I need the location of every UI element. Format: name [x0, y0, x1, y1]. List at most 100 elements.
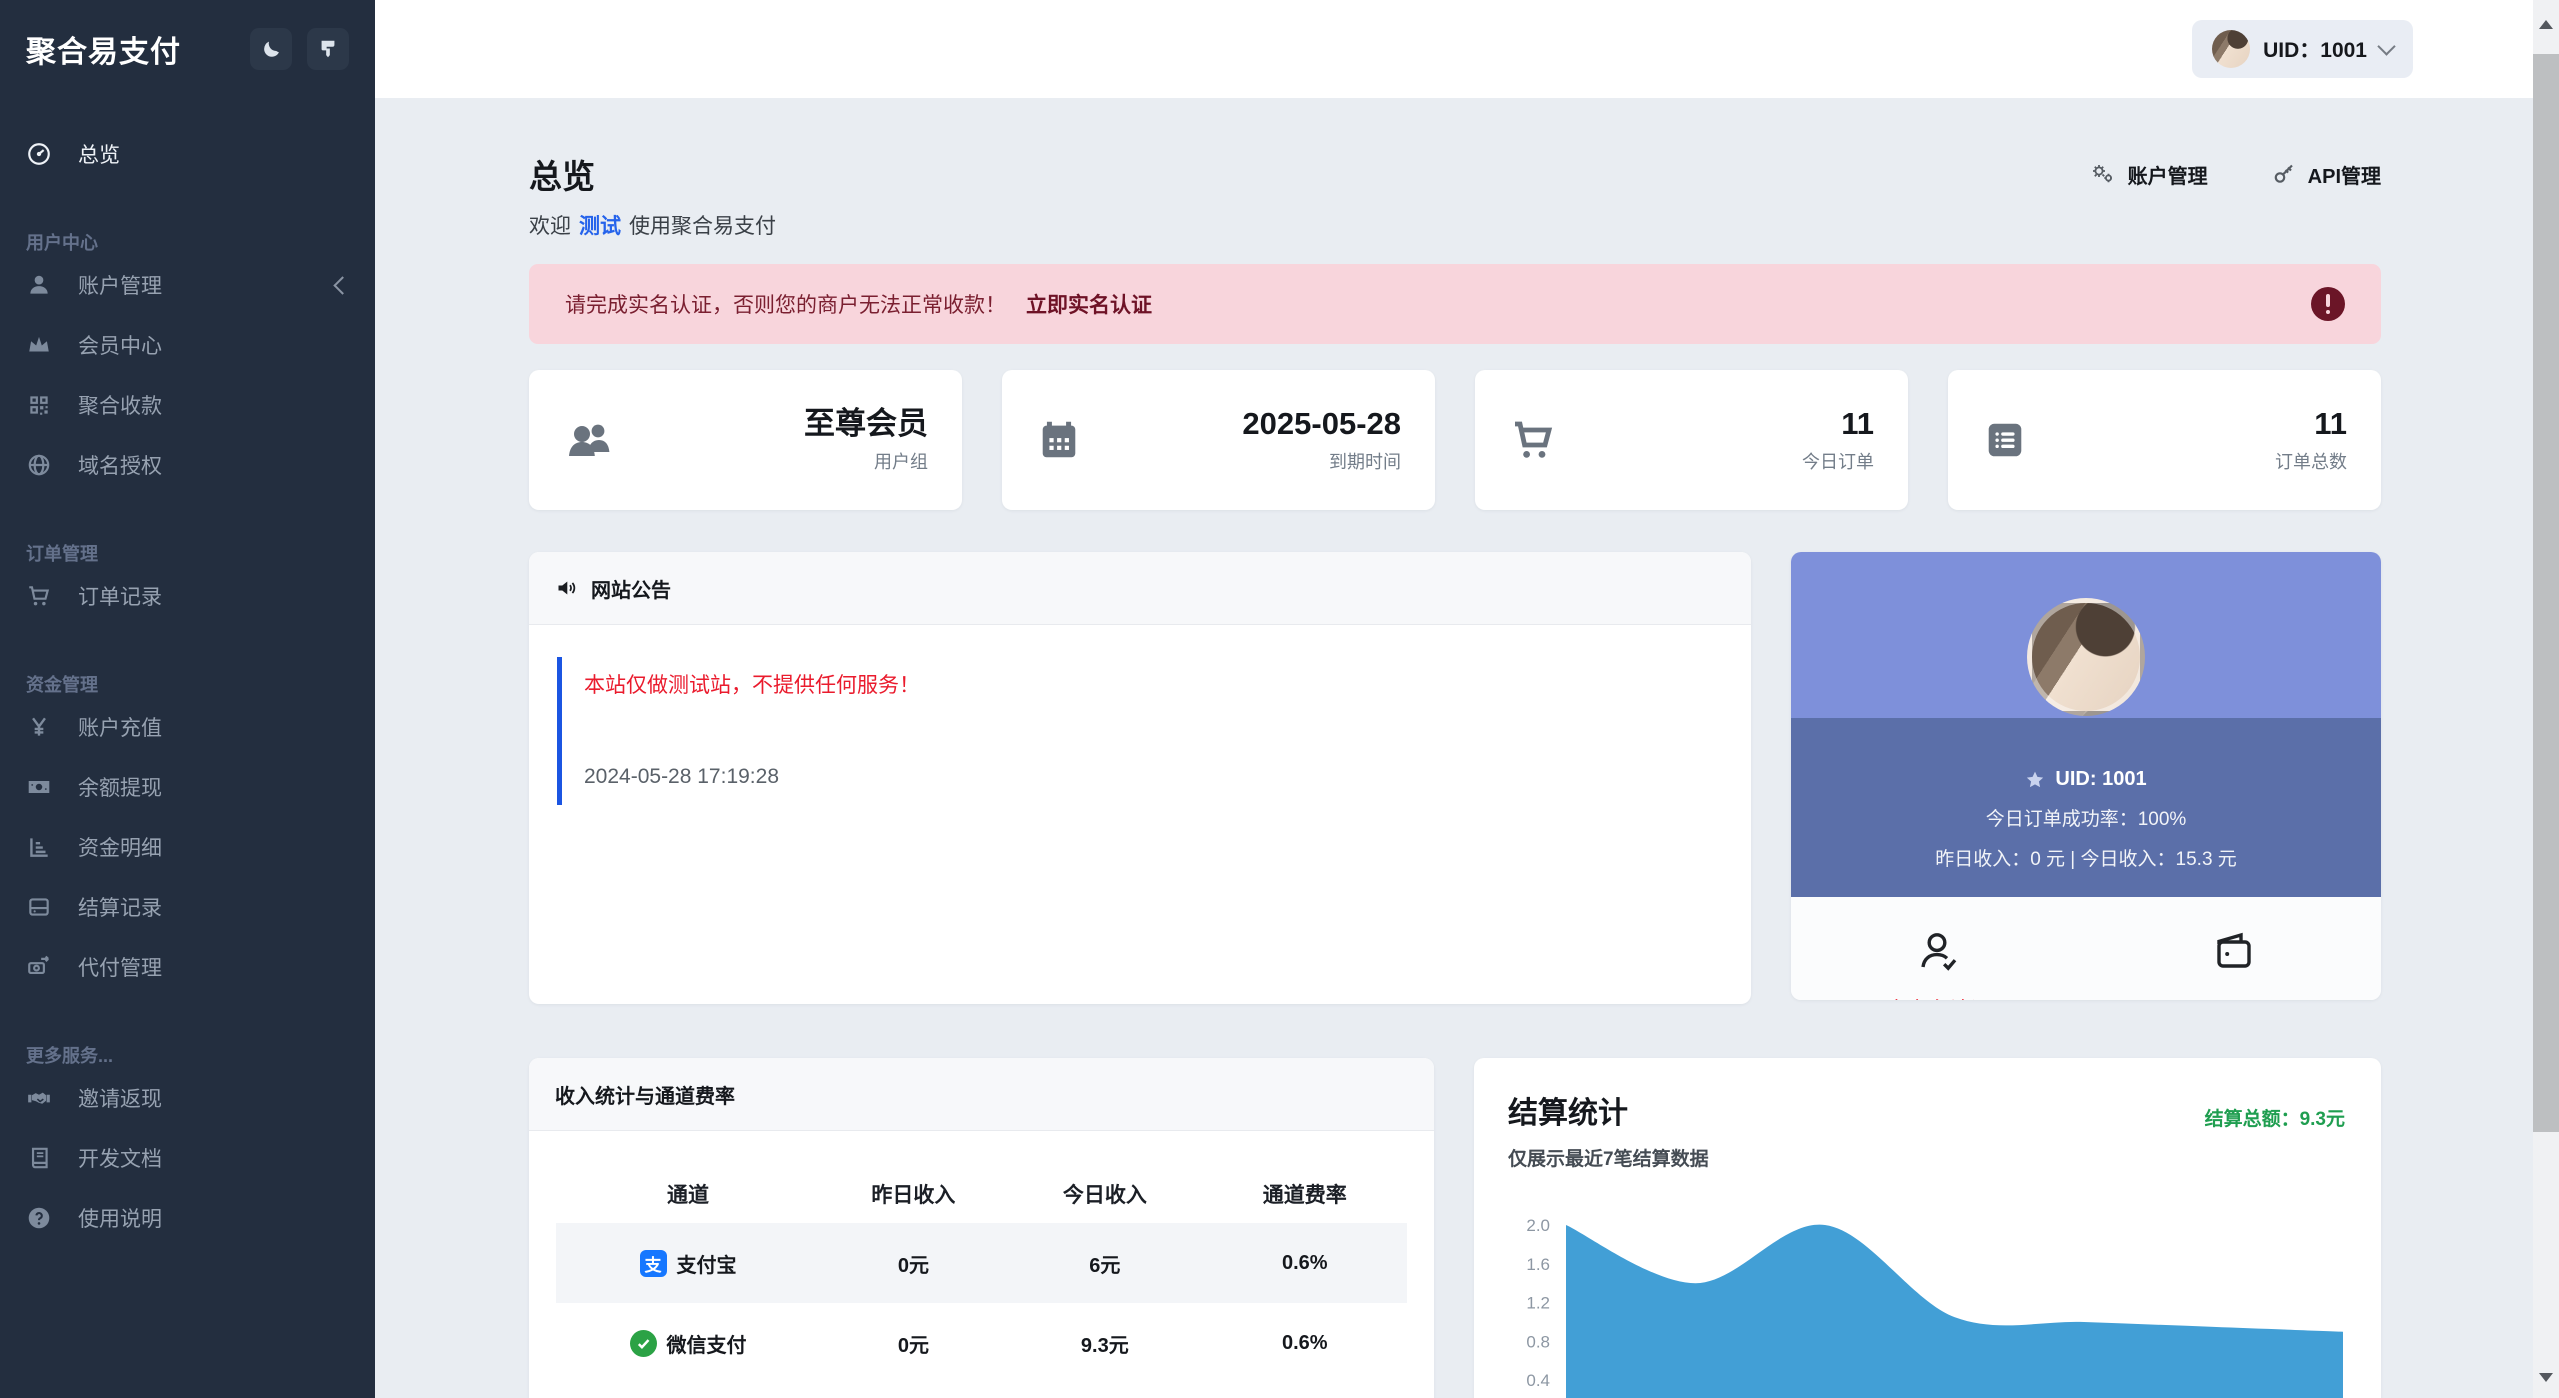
verify-status-block[interactable]: 未实名认证 — [1791, 927, 2086, 1000]
sidebar-item-invite-rebate[interactable]: 邀请返现 — [0, 1068, 375, 1128]
welcome-line: 欢迎 测试 使用聚合易支付 — [529, 210, 2381, 240]
sidebar-item-dev-docs[interactable]: 开发文档 — [0, 1128, 375, 1188]
app-logo: 聚合易支付 — [26, 27, 235, 71]
dark-mode-button[interactable] — [250, 28, 292, 70]
question-circle-icon — [26, 1205, 52, 1231]
svg-text:0.8: 0.8 — [1526, 1332, 1550, 1351]
api-manage-label: API管理 — [2308, 160, 2381, 189]
settlement-area — [1566, 1225, 2343, 1398]
chart-yticks: 2.0 1.6 1.2 0.8 0.4 — [1526, 1216, 1550, 1390]
today-income: 9.3元 — [1007, 1303, 1203, 1383]
users-icon — [563, 417, 617, 463]
channel-rate: 0.6% — [1203, 1303, 1407, 1383]
stat-label: 到期时间 — [1242, 448, 1401, 474]
qrcode-icon — [26, 392, 52, 418]
stat-label: 今日订单 — [1802, 448, 1874, 474]
sidebar-item-label: 开发文档 — [78, 1143, 162, 1173]
announcement-header: 网站公告 — [529, 552, 1751, 625]
sidebar-item-order-records[interactable]: 订单记录 — [0, 566, 375, 626]
income-table-title: 收入统计与通道费率 — [555, 1080, 735, 1109]
sidebar-item-label: 结算记录 — [78, 892, 162, 922]
sidebar-item-account[interactable]: 账户管理 — [0, 255, 375, 315]
main-content: 总览 账户管理 API管理 — [375, 98, 2533, 1398]
column-header: 今日收入 — [1007, 1165, 1203, 1223]
stat-card-user-group: 至尊会员 用户组 — [529, 370, 962, 510]
sidebar-header: 聚合易支付 — [0, 0, 375, 98]
profile-uid: UID: 1001 — [2055, 768, 2146, 791]
balance-block: 0.06 元 — [2086, 927, 2381, 1000]
svg-text:0.4: 0.4 — [1526, 1371, 1550, 1390]
column-header: 通道费率 — [1203, 1165, 1407, 1223]
banknote-icon — [26, 774, 52, 800]
exclamation-circle-icon — [2311, 287, 2345, 321]
welcome-prefix: 欢迎 — [529, 210, 571, 240]
profile-stats: UID: 1001 今日订单成功率：100% 昨日收入：0 元 | 今日收入：1… — [1791, 718, 2381, 897]
stat-value: 11 — [2275, 406, 2347, 442]
announcement-date: 2024-05-28 17:19:28 — [584, 765, 1723, 789]
username-link[interactable]: 测试 — [579, 210, 621, 240]
sidebar-item-label: 代付管理 — [78, 952, 162, 982]
sidebar-section-funds: 资金管理 — [0, 671, 375, 697]
sidebar-item-label: 域名授权 — [78, 450, 162, 480]
chevron-down-icon — [2377, 37, 2395, 55]
income-table: 通道 昨日收入 今日收入 通道费率 支 — [556, 1165, 1407, 1383]
stat-label: 用户组 — [804, 448, 928, 474]
sidebar-item-label: 余额提现 — [78, 772, 162, 802]
sidebar-nav: 总览 用户中心 账户管理 会员中心 聚合收 — [0, 98, 375, 1248]
svg-text:1.6: 1.6 — [1526, 1255, 1550, 1274]
alert-message: 请完成实名认证，否则您的商户无法正常收款！ — [565, 289, 1006, 319]
uid-label: UID：1001 — [2263, 34, 2367, 64]
scroll-down-arrow-icon[interactable] — [2539, 1373, 2553, 1382]
sidebar-item-payout[interactable]: 代付管理 — [0, 937, 375, 997]
user-icon — [26, 272, 52, 298]
stat-card-expiry: 2025-05-28 到期时间 — [1002, 370, 1435, 510]
sidebar-item-label: 总览 — [78, 139, 120, 169]
sidebar-item-domain-auth[interactable]: 域名授权 — [0, 435, 375, 495]
handshake-icon — [26, 1085, 52, 1111]
stat-value: 11 — [1802, 406, 1874, 442]
sidebar-item-label: 账户充值 — [78, 712, 162, 742]
stat-value: 2025-05-28 — [1242, 406, 1401, 442]
verify-now-link[interactable]: 立即实名认证 — [1026, 289, 1152, 319]
settlement-chart: 2.0 1.6 1.2 0.8 0.4 — [1508, 1187, 2347, 1398]
sidebar-item-label: 聚合收款 — [78, 390, 162, 420]
page-title: 总览 — [529, 150, 595, 198]
sidebar-item-help[interactable]: 使用说明 — [0, 1188, 375, 1248]
user-menu-button[interactable]: UID：1001 — [2192, 20, 2413, 78]
cart-icon — [26, 583, 52, 609]
scrollbar-thumb[interactable] — [2533, 54, 2559, 1132]
avatar — [2212, 30, 2250, 68]
dashboard-page: 聚合易支付 总览 用户中心 — [0, 0, 2559, 1398]
yesterday-income: 0元 — [820, 1303, 1007, 1383]
sidebar-item-recharge[interactable]: 账户充值 — [0, 697, 375, 757]
channel-name: 微信支付 — [667, 1329, 747, 1358]
vertical-scrollbar[interactable] — [2533, 0, 2559, 1398]
svg-text:2.0: 2.0 — [1526, 1216, 1550, 1235]
table-row: 微信支付 0元 9.3元 0.6% — [556, 1303, 1407, 1383]
theme-button[interactable] — [307, 28, 349, 70]
sidebar-item-label: 使用说明 — [78, 1203, 162, 1233]
sidebar: 聚合易支付 总览 用户中心 — [0, 0, 375, 1398]
api-manage-link[interactable]: API管理 — [2272, 160, 2381, 189]
announcement-card: 网站公告 本站仅做测试站，不提供任何服务！ 2024-05-28 17:19:2… — [529, 552, 1751, 1004]
income-table-card: 收入统计与通道费率 通道 昨日收入 今日收入 通道费率 — [529, 1058, 1434, 1398]
payout-icon — [26, 954, 52, 980]
calendar-icon — [1036, 417, 1082, 463]
announcement-item: 本站仅做测试站，不提供任何服务！ 2024-05-28 17:19:28 — [557, 657, 1723, 805]
svg-text:1.2: 1.2 — [1526, 1294, 1550, 1313]
sidebar-item-fund-details[interactable]: 资金明细 — [0, 817, 375, 877]
settlement-chart-card: 结算统计 结算总额：9.3元 仅展示最近7笔结算数据 2.01.61.20.80… — [1474, 1058, 2381, 1398]
user-check-icon — [1915, 927, 1963, 975]
sidebar-item-label: 会员中心 — [78, 330, 162, 360]
moon-icon — [260, 38, 282, 60]
sidebar-item-overview[interactable]: 总览 — [0, 124, 375, 184]
avatar — [2027, 598, 2145, 716]
wechat-icon — [630, 1330, 657, 1357]
sidebar-item-withdraw[interactable]: 余额提现 — [0, 757, 375, 817]
sidebar-item-aggregate-collect[interactable]: 聚合收款 — [0, 375, 375, 435]
stat-card-total-orders: 11 订单总数 — [1948, 370, 2381, 510]
scroll-up-arrow-icon[interactable] — [2539, 20, 2553, 29]
sidebar-item-settlement-records[interactable]: 结算记录 — [0, 877, 375, 937]
account-manage-link[interactable]: 账户管理 — [2090, 160, 2208, 189]
sidebar-item-membership[interactable]: 会员中心 — [0, 315, 375, 375]
